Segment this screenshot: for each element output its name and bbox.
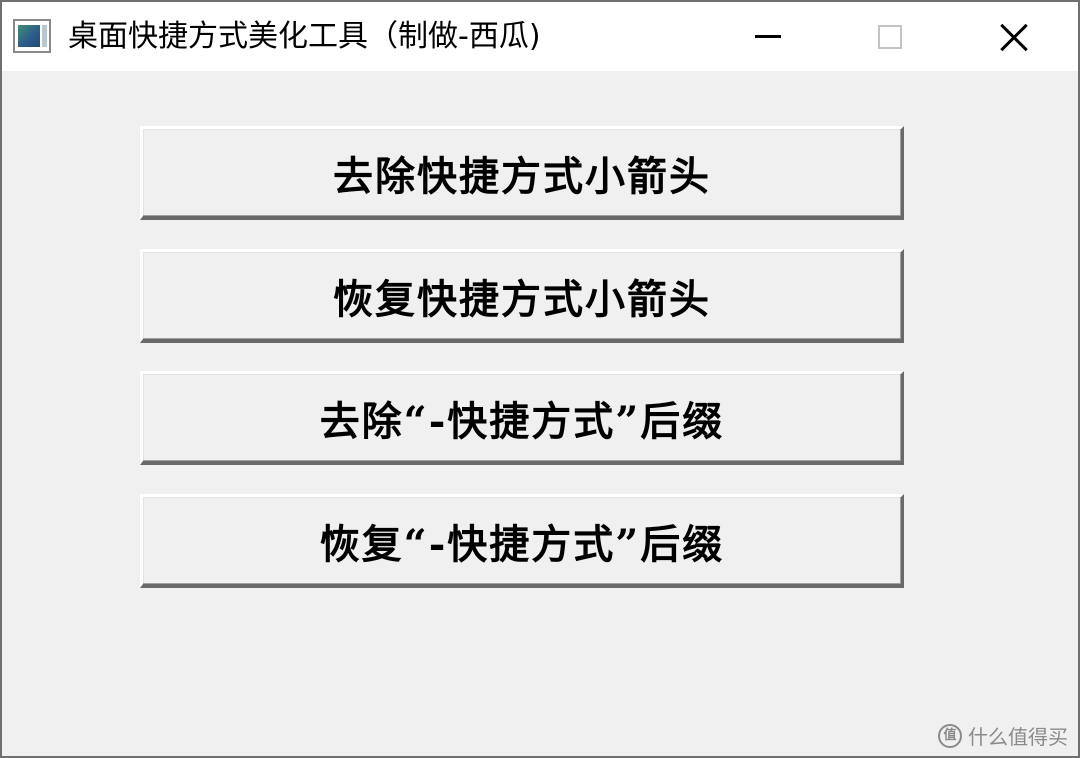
window-title: 桌面快捷方式美化工具（制做-西瓜) <box>68 19 541 54</box>
app-icon[interactable] <box>13 19 51 53</box>
minimize-button[interactable] <box>708 2 828 71</box>
app-icon-graphic <box>18 25 40 47</box>
watermark-badge-icon: 值 <box>938 723 962 748</box>
remove-shortcut-arrow-button[interactable]: 去除快捷方式小箭头 <box>140 126 904 220</box>
remove-shortcut-suffix-button[interactable]: 去除“-快捷方式”后缀 <box>140 371 904 465</box>
restore-shortcut-suffix-button[interactable]: 恢复“-快捷方式”后缀 <box>140 494 904 588</box>
watermark: 值 什么值得买 <box>938 721 1068 750</box>
close-icon <box>999 22 1029 52</box>
app-window: 桌面快捷方式美化工具（制做-西瓜) 去除快捷方式小箭头 恢复快捷方式小箭头 去除… <box>0 0 1080 758</box>
maximize-button[interactable] <box>830 2 950 71</box>
close-button[interactable] <box>954 2 1074 71</box>
watermark-text: 什么值得买 <box>968 725 1068 749</box>
maximize-icon <box>878 24 902 49</box>
minimize-icon <box>755 35 781 38</box>
restore-shortcut-arrow-button[interactable]: 恢复快捷方式小箭头 <box>140 249 904 343</box>
title-bar[interactable]: 桌面快捷方式美化工具（制做-西瓜) <box>2 2 1078 71</box>
app-icon-graphic-side <box>42 25 47 47</box>
